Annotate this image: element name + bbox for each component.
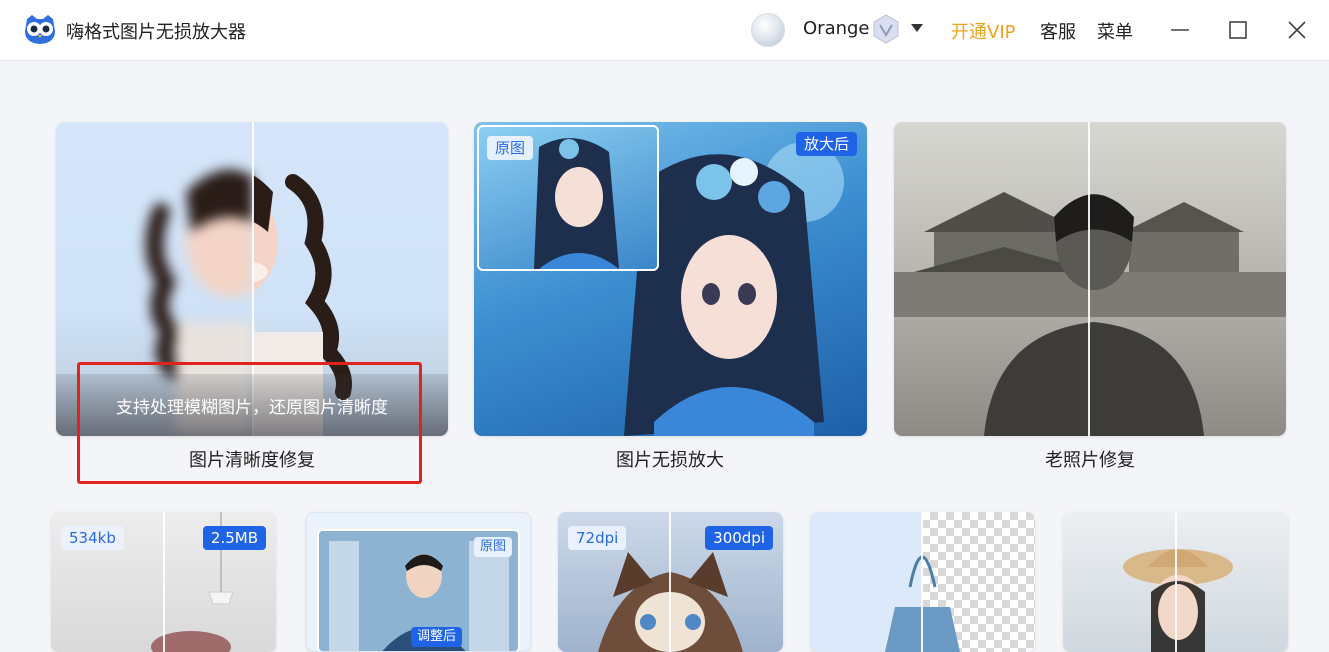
owl-logo-icon (25, 15, 55, 44)
feature-card-upscale[interactable]: 原图 放大后 (474, 122, 867, 436)
dpi-before-tag: 72dpi (568, 526, 627, 550)
photo-frame: 原图 调整后 (317, 529, 520, 651)
feature-caption[interactable]: 老照片修复 (894, 446, 1286, 472)
feature-card-remove-background[interactable] (810, 512, 1035, 652)
feature-card-adjust[interactable]: 原图 调整后 (306, 512, 531, 652)
title-bar: 嗨格式图片无损放大器 Orange 开通VIP 客服 菜单 (0, 0, 1329, 61)
maximize-icon[interactable] (1222, 14, 1254, 46)
size-before-tag: 534kb (61, 526, 124, 550)
old-photo-image (894, 192, 1286, 436)
compare-divider[interactable] (669, 512, 671, 652)
compare-divider[interactable] (1088, 122, 1090, 436)
customer-service-link[interactable]: 客服 (1040, 18, 1076, 44)
menu-link[interactable]: 菜单 (1097, 18, 1133, 44)
vip-badge-icon (873, 14, 899, 44)
highlight-annotation (77, 362, 422, 484)
original-tag: 原图 (473, 537, 512, 557)
original-tag: 原图 (487, 136, 534, 160)
feature-card-old-photo[interactable] (894, 122, 1286, 436)
dpi-after-tag: 300dpi (705, 526, 773, 550)
feature-caption[interactable]: 图片无损放大 (474, 446, 866, 472)
compare-divider[interactable] (921, 512, 923, 652)
chevron-down-icon[interactable] (911, 24, 923, 32)
compare-divider[interactable] (163, 512, 165, 652)
open-vip-link[interactable]: 开通VIP (951, 18, 1015, 44)
compare-divider[interactable] (1175, 512, 1177, 652)
minimize-icon[interactable] (1164, 14, 1196, 46)
app-title: 嗨格式图片无损放大器 (66, 22, 246, 43)
feature-card-portrait[interactable] (1063, 512, 1288, 652)
avatar[interactable] (751, 13, 785, 47)
original-inset: 原图 (477, 125, 659, 271)
feature-card-compress[interactable]: 534kb 2.5MB (51, 512, 276, 652)
size-after-tag: 2.5MB (202, 526, 266, 550)
adjusted-tag: 调整后 (411, 627, 463, 647)
feature-card-dpi[interactable]: 72dpi 300dpi (558, 512, 783, 652)
upscaled-tag: 放大后 (795, 132, 857, 156)
close-icon[interactable] (1281, 14, 1313, 46)
username[interactable]: Orange (803, 18, 870, 39)
